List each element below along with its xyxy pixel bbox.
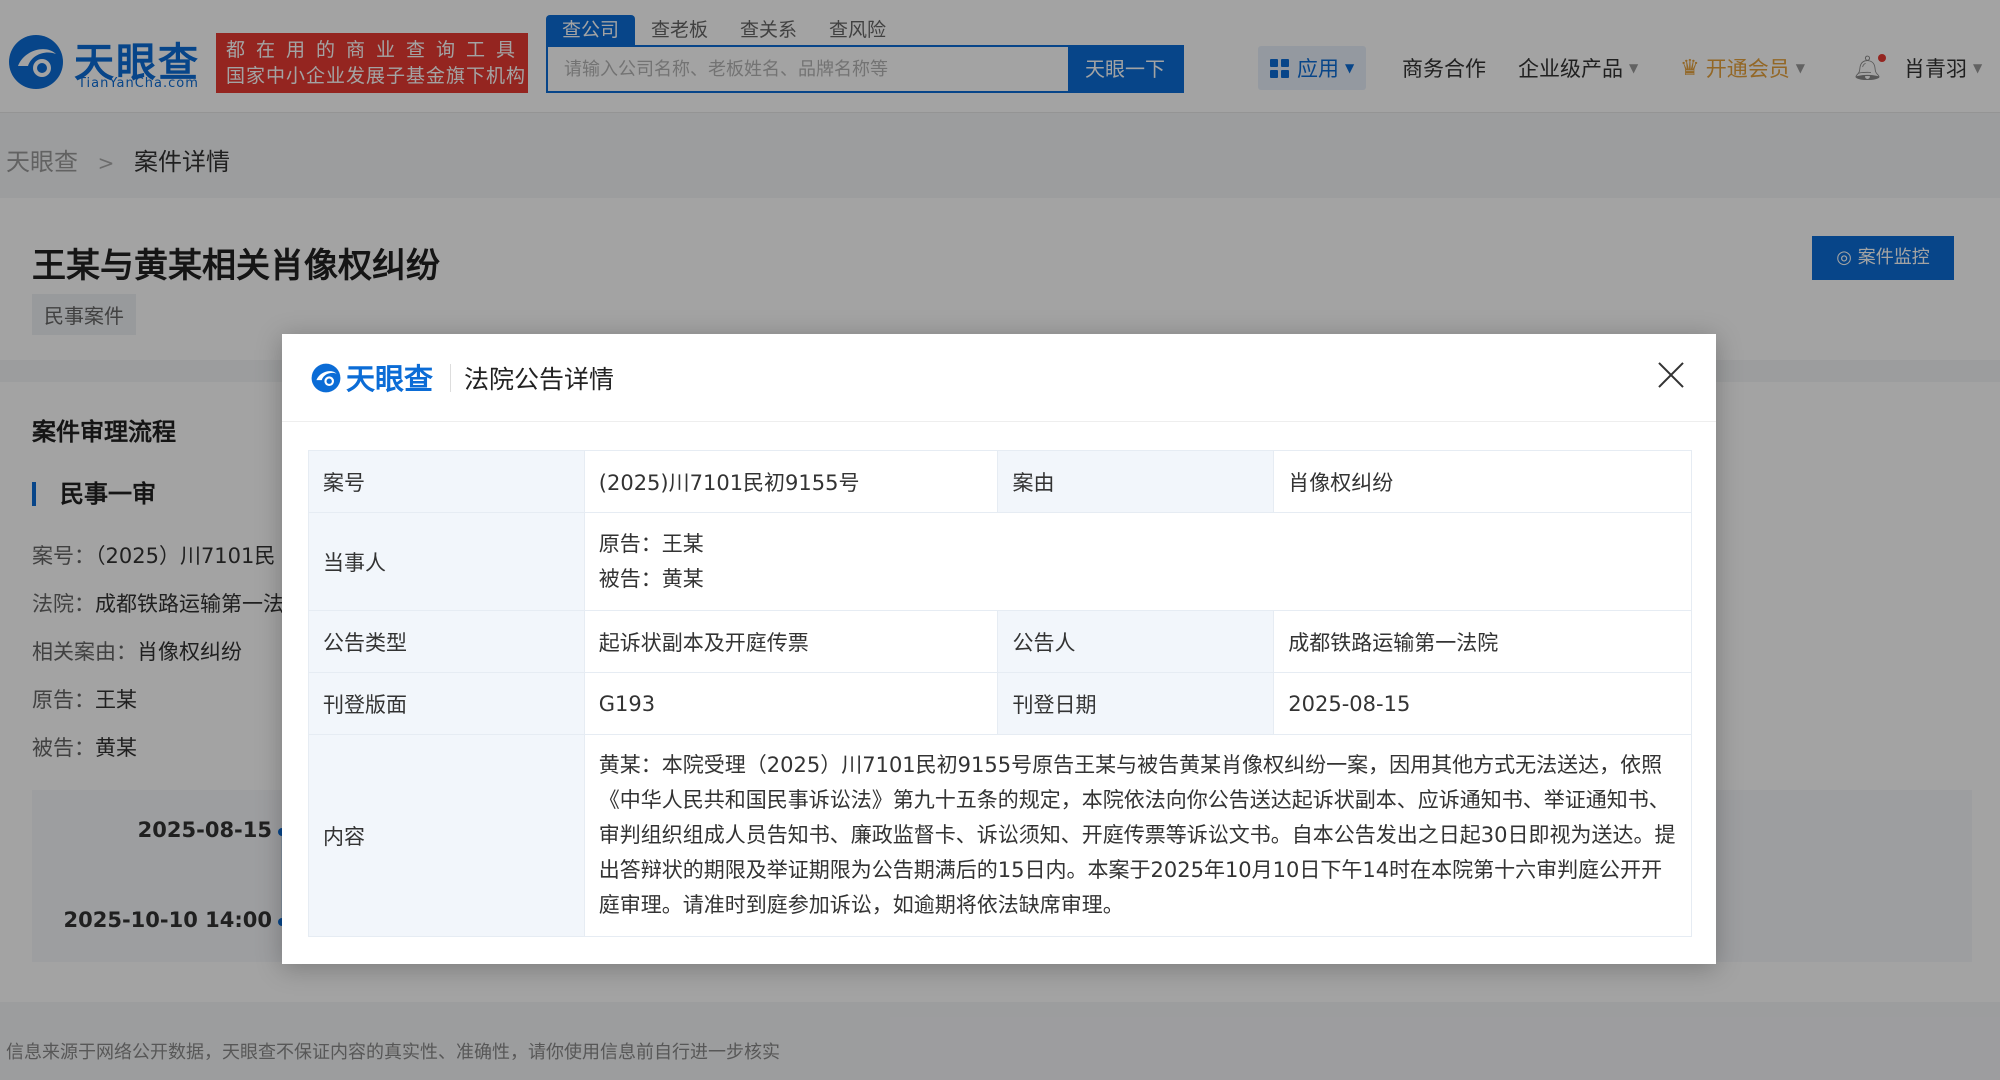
cause-label: 案由 — [997, 450, 1275, 513]
announcer-label: 公告人 — [997, 610, 1275, 673]
parties-label: 当事人 — [308, 512, 585, 611]
page-label: 刊登版面 — [308, 672, 585, 735]
content-value: 黄某：本院受理（2025）川7101民初9155号原告王某与被告黄某肖像权纠纷一… — [583, 734, 1693, 937]
cause-value: 肖像权纠纷 — [1273, 450, 1692, 513]
case-no-value: (2025)川7101民初9155号 — [583, 450, 999, 513]
table-row: 内容 黄某：本院受理（2025）川7101民初9155号原告王某与被告黄某肖像权… — [308, 734, 1693, 937]
page-value: G193 — [583, 672, 999, 735]
close-icon[interactable] — [1656, 360, 1686, 390]
court-notice-modal: 天眼查 法院公告详情 案号 (2025)川7101民初9155号 案由 肖像权纠… — [282, 334, 1716, 964]
tianyancha-logo-icon — [311, 363, 341, 393]
defendant-text: 被告：黄某 — [598, 566, 704, 591]
plaintiff-text: 原告：王某 — [598, 531, 704, 556]
divider — [450, 364, 451, 392]
table-row: 刊登版面 G193 刊登日期 2025-08-15 — [308, 672, 1692, 735]
case-no-label: 案号 — [308, 450, 585, 513]
modal-logo-text: 天眼查 — [346, 362, 434, 396]
notice-type-label: 公告类型 — [308, 610, 585, 673]
modal-header: 天眼查 法院公告详情 — [282, 334, 1716, 422]
date-label: 刊登日期 — [997, 672, 1275, 735]
table-row: 案号 (2025)川7101民初9155号 案由 肖像权纠纷 — [308, 450, 1692, 513]
notice-detail-table: 案号 (2025)川7101民初9155号 案由 肖像权纠纷 当事人 原告：王某… — [308, 450, 1693, 937]
table-row: 公告类型 起诉状副本及开庭传票 公告人 成都铁路运输第一法院 — [308, 610, 1692, 673]
content-label: 内容 — [308, 734, 585, 937]
date-value: 2025-08-15 — [1273, 672, 1692, 735]
parties-value: 原告：王某 被告：黄某 — [583, 512, 1693, 611]
notice-content-text: 黄某：本院受理（2025）川7101民初9155号原告王某与被告黄某肖像权纠纷一… — [598, 753, 1676, 917]
notice-type-value: 起诉状副本及开庭传票 — [583, 610, 999, 673]
announcer-value: 成都铁路运输第一法院 — [1273, 610, 1692, 673]
table-row: 当事人 原告：王某 被告：黄某 — [308, 512, 1693, 611]
modal-title: 法院公告详情 — [464, 365, 615, 394]
